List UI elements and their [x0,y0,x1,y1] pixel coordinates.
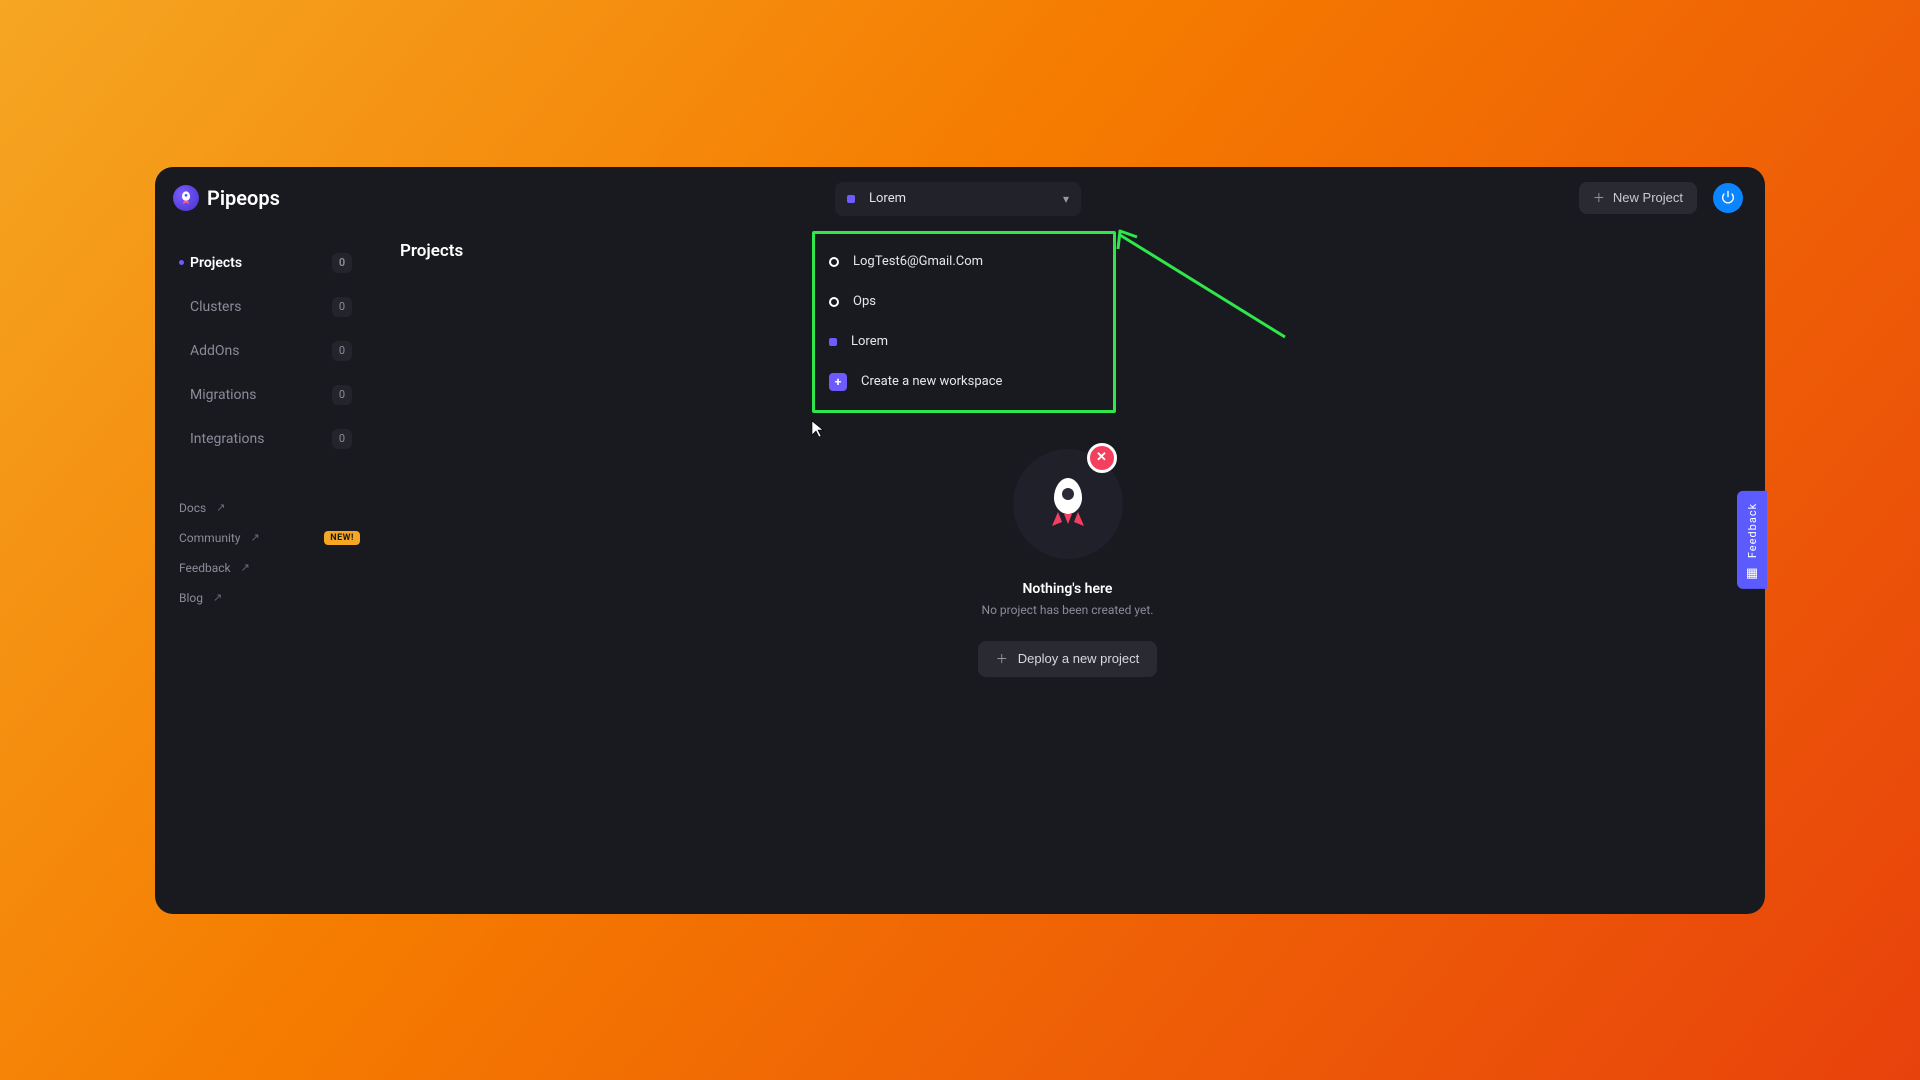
sidebar-item-migrations[interactable]: Migrations 0 [173,373,360,417]
empty-state: ✕ Nothing's here No project has been cre… [908,449,1228,677]
sidebar-item-label: AddOns [190,343,240,359]
count-badge: 0 [332,429,352,449]
sidebar-external-links: Docs ↗ Community ↗ NEW! Feedback ↗ Blog … [173,501,360,605]
app-window: Pipeops Lorem ▾ ＋ New Project LogTest6@G… [155,167,1765,914]
plus-icon: ＋ [1593,189,1605,206]
workspace-option[interactable]: Ops [815,282,1113,322]
blog-link[interactable]: Blog ↗ [179,591,360,605]
header-actions: ＋ New Project [1579,182,1743,214]
power-icon [1720,190,1736,206]
sidebar-item-label: Migrations [190,387,257,403]
external-link-icon: ↗ [213,591,222,604]
create-workspace-label: Create a new workspace [861,374,1002,389]
sidebar-item-label: Projects [190,255,242,271]
close-icon: ✕ [1096,450,1107,465]
feedback-tab-label: Feedback [1746,503,1759,558]
new-badge: NEW! [324,531,360,545]
chevron-down-icon: ▾ [1063,192,1069,206]
rocket-icon [173,185,199,211]
new-project-button[interactable]: ＋ New Project [1579,182,1697,214]
feedback-side-tab[interactable]: Feedback ▦ [1737,491,1767,589]
workspace-option-label: Lorem [851,334,888,349]
count-badge: 0 [332,253,352,273]
link-label: Blog [179,591,203,605]
sidebar-item-projects[interactable]: Projects 0 [173,241,360,285]
sidebar-item-integrations[interactable]: Integrations 0 [173,417,360,461]
deploy-project-button[interactable]: ＋ Deploy a new project [978,641,1157,677]
empty-state-subtitle: No project has been created yet. [908,603,1228,617]
workspace-selected-label: Lorem [869,191,1063,206]
error-badge-icon: ✕ [1087,443,1117,473]
count-badge: 0 [332,385,352,405]
link-label: Community [179,531,240,545]
workspace-color-swatch-icon [847,195,855,203]
brand-name: Pipeops [207,186,280,210]
sidebar-item-label: Integrations [190,431,264,447]
workspace-selector[interactable]: Lorem ▾ [835,182,1081,216]
link-label: Feedback [179,561,231,575]
topbar: Pipeops Lorem ▾ ＋ New Project [155,167,1765,229]
workspace-option-label: Ops [853,294,876,309]
sidebar-item-clusters[interactable]: Clusters 0 [173,285,360,329]
rocket-icon [1036,472,1100,536]
new-project-label: New Project [1613,190,1683,205]
active-marker-icon [179,260,184,265]
empty-state-graphic: ✕ [1013,449,1123,559]
camera-icon: ▦ [1746,566,1758,581]
workspace-option-selected[interactable]: Lorem [815,322,1113,362]
sidebar-item-label: Clusters [190,299,241,315]
radio-unselected-icon [829,257,839,267]
avatar[interactable] [1713,183,1743,213]
workspace-option-label: LogTest6@Gmail.Com [853,254,983,269]
count-badge: 0 [332,341,352,361]
radio-unselected-icon [829,297,839,307]
external-link-icon: ↗ [250,531,259,544]
create-workspace-button[interactable]: + Create a new workspace [815,362,1113,402]
brand-logo[interactable]: Pipeops [173,185,280,211]
plus-icon: ＋ [996,650,1008,667]
link-label: Docs [179,501,206,515]
count-badge: 0 [332,297,352,317]
feedback-link[interactable]: Feedback ↗ [179,561,360,575]
sidebar-item-addons[interactable]: AddOns 0 [173,329,360,373]
radio-selected-icon [829,338,837,346]
deploy-project-label: Deploy a new project [1018,651,1139,666]
external-link-icon: ↗ [241,561,250,574]
sidebar: Projects 0 Clusters 0 AddOns 0 Migration… [155,229,370,914]
empty-state-title: Nothing's here [908,581,1228,597]
external-link-icon: ↗ [216,501,225,514]
plus-icon: + [829,373,847,391]
workspace-dropdown: LogTest6@Gmail.Com Ops Lorem + Create a … [812,231,1116,413]
community-link[interactable]: Community ↗ NEW! [179,531,360,545]
docs-link[interactable]: Docs ↗ [179,501,360,515]
workspace-option[interactable]: LogTest6@Gmail.Com [815,242,1113,282]
